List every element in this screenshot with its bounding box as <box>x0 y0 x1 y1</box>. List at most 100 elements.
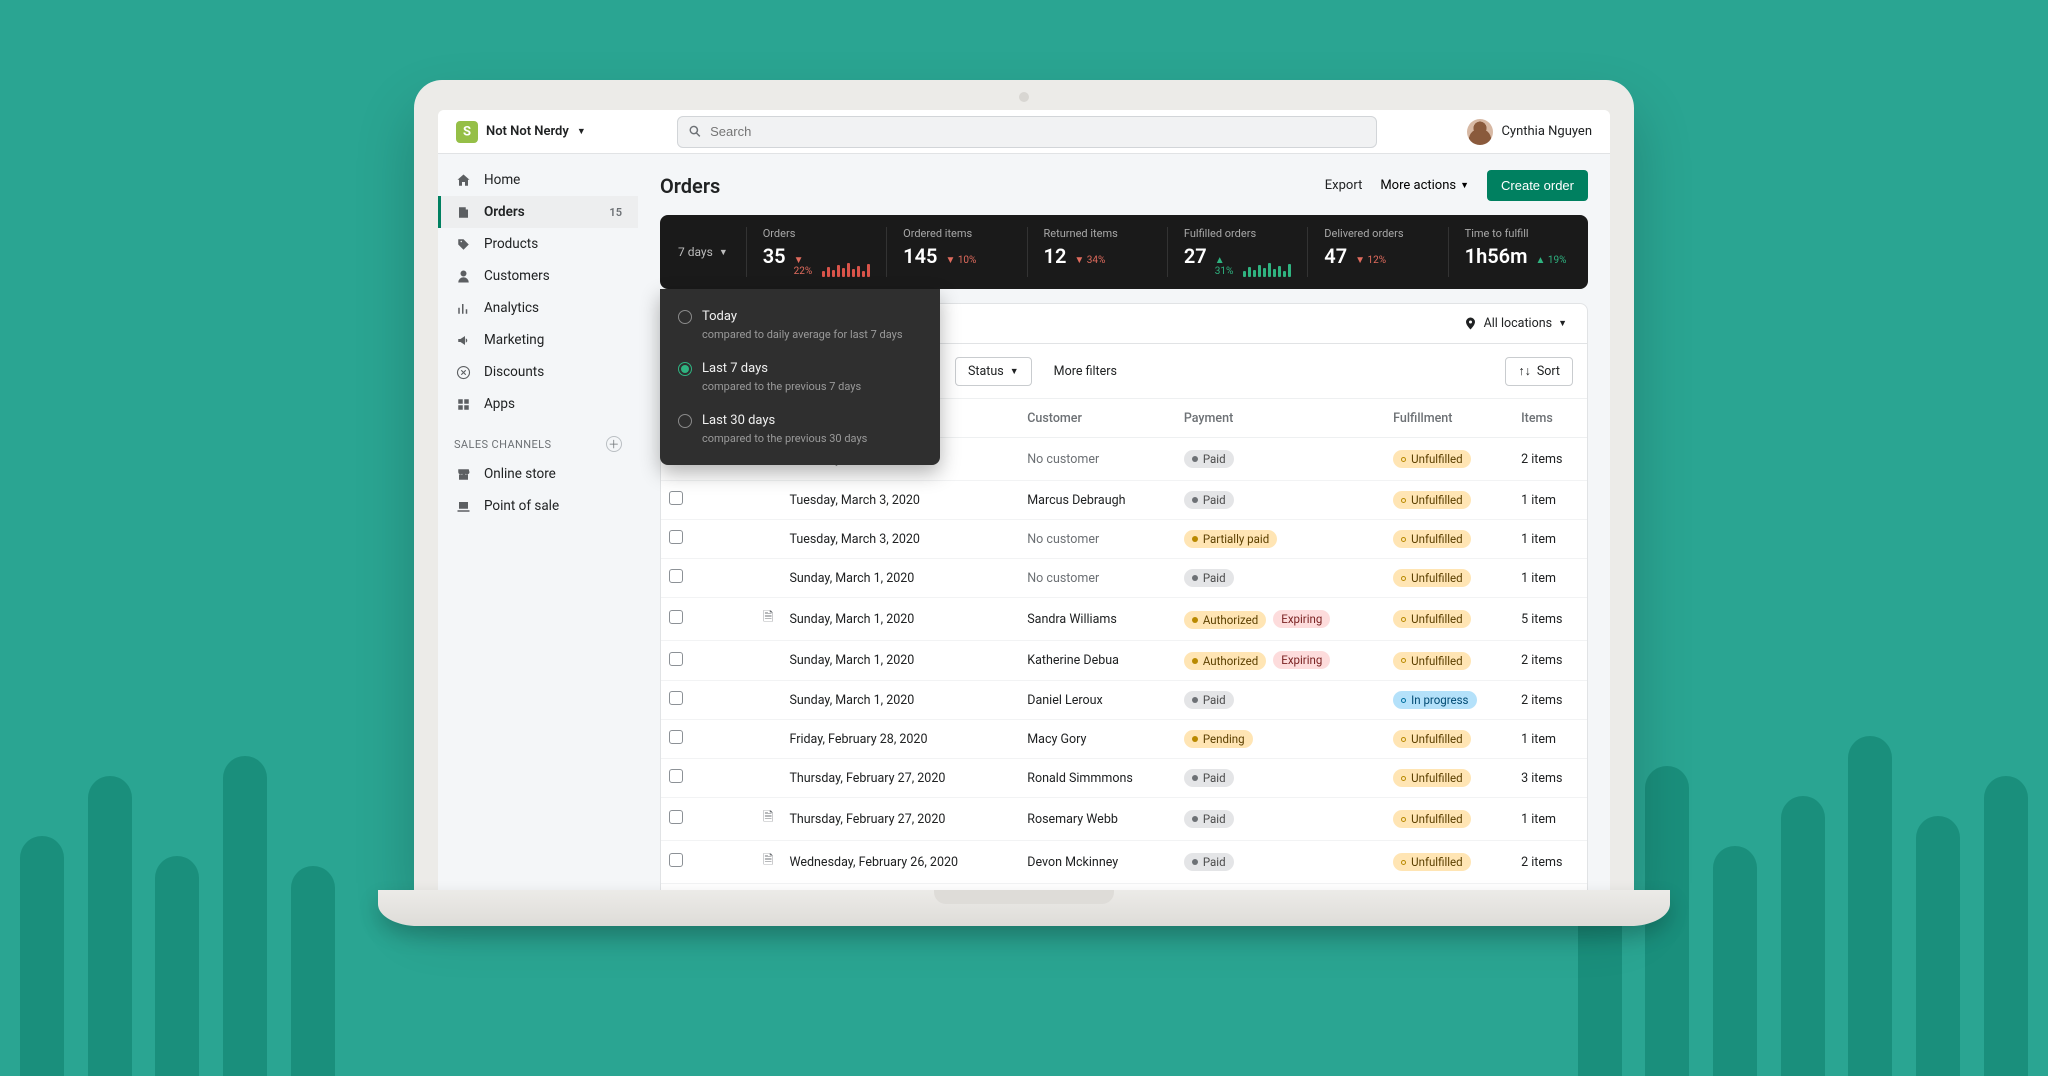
table-row[interactable]: Sunday, March 1, 2020 Katherine Debua Au… <box>661 641 1587 681</box>
metric-fulfilled orders[interactable]: Fulfilled orders 27 ▲ 31% <box>1168 227 1308 277</box>
row-checkbox[interactable] <box>669 569 683 583</box>
row-checkbox[interactable] <box>669 610 683 624</box>
row-checkbox[interactable] <box>669 853 683 867</box>
search-input[interactable] <box>710 124 1366 139</box>
cell-payment: Pending <box>1176 720 1385 759</box>
cell-fulfillment: Unfulfilled <box>1385 641 1513 681</box>
cell-fulfillment: Unfulfilled <box>1385 798 1513 841</box>
cell-items: 2 items <box>1513 438 1587 481</box>
row-checkbox[interactable] <box>669 652 683 666</box>
delta-indicator: ▲ 19% <box>1535 255 1566 266</box>
fulfillment-badge: Unfulfilled <box>1393 610 1471 628</box>
nav-label: Point of sale <box>484 498 559 514</box>
col-customer[interactable]: Customer <box>1019 399 1176 438</box>
more-actions-button[interactable]: More actions ▼ <box>1380 178 1469 193</box>
sidebar-item-orders[interactable]: Orders 15 <box>438 196 638 228</box>
row-checkbox[interactable] <box>669 491 683 505</box>
sidebar-item-customers[interactable]: Customers <box>438 260 638 292</box>
fulfillment-badge: Unfulfilled <box>1393 810 1471 828</box>
note-icon: 🗎 <box>763 610 773 625</box>
date-range-selector[interactable]: 7 days ▼ <box>660 227 747 277</box>
metric-delivered orders[interactable]: Delivered orders 47 ▼ 12% <box>1308 227 1448 277</box>
cell-items: 1 item <box>1513 520 1587 559</box>
analytics-bar: 7 days ▼ Orders 35 ▼ 22% Ordered items 1… <box>660 215 1588 289</box>
fulfillment-badge: Unfulfilled <box>1393 853 1471 871</box>
sidebar-item-analytics[interactable]: Analytics <box>438 292 638 324</box>
sidebar-item-marketing[interactable]: Marketing <box>438 324 638 356</box>
cell-date: Tuesday, March 3, 2020 <box>781 520 1019 559</box>
chevron-down-icon: ▼ <box>1010 366 1019 377</box>
table-row[interactable]: Tuesday, March 3, 2020 Marcus Debraugh P… <box>661 481 1587 520</box>
range-option-last 7 days[interactable]: Last 7 days compared to the previous 7 d… <box>660 351 940 403</box>
sidebar-item-point of sale[interactable]: Point of sale <box>438 490 638 522</box>
row-checkbox[interactable] <box>669 530 683 544</box>
metric-time to fulfill[interactable]: Time to fulfill 1h56m ▲ 19% <box>1449 227 1588 277</box>
sidebar-item-products[interactable]: Products <box>438 228 638 260</box>
row-checkbox[interactable] <box>669 769 683 783</box>
col-fulfillment[interactable]: Fulfillment <box>1385 399 1513 438</box>
table-row[interactable]: Friday, February 28, 2020 Macy Gory Pend… <box>661 720 1587 759</box>
sidebar-item-discounts[interactable]: Discounts <box>438 356 638 388</box>
table-row[interactable]: Sunday, March 1, 2020 Daniel Leroux Paid… <box>661 681 1587 720</box>
table-row[interactable]: Sunday, March 1, 2020 No customer Paid U… <box>661 559 1587 598</box>
pos-icon <box>454 497 472 515</box>
nav-label: Products <box>484 236 538 252</box>
metric-ordered items[interactable]: Ordered items 145 ▼ 10% <box>887 227 1027 277</box>
table-row[interactable]: 🗎 Wednesday, February 26, 2020 Devon Mck… <box>661 841 1587 884</box>
main-content: Orders Export More actions ▼ Create orde… <box>638 154 1610 890</box>
row-checkbox[interactable] <box>669 730 683 744</box>
user-menu[interactable]: Cynthia Nguyen <box>1467 119 1592 145</box>
metric-orders[interactable]: Orders 35 ▼ 22% <box>747 227 887 277</box>
payment-badge: Paid <box>1184 450 1234 468</box>
cell-fulfillment: Unfulfilled <box>1385 559 1513 598</box>
export-button[interactable]: Export <box>1325 178 1363 193</box>
orders-table: Customer Payment Fulfillment Items 🗎 Thu… <box>661 399 1587 890</box>
cell-customer: Katherine Debua <box>1019 641 1176 681</box>
store-icon <box>454 465 472 483</box>
create-order-button[interactable]: Create order <box>1487 170 1588 201</box>
status-filter[interactable]: Status ▼ <box>955 357 1032 386</box>
cell-payment: Paid <box>1176 681 1385 720</box>
sidebar: Home Orders 15 Products Customers Analyt… <box>438 154 638 890</box>
add-channel-button[interactable]: ＋ <box>606 436 622 452</box>
more-filters-button[interactable]: More filters <box>1042 358 1129 385</box>
range-option-today[interactable]: Today compared to daily average for last… <box>660 299 940 351</box>
sidebar-item-online store[interactable]: Online store <box>438 458 638 490</box>
cell-date: Sunday, March 1, 2020 <box>781 598 1019 641</box>
delta-indicator: ▼ 22% <box>794 255 813 277</box>
top-bar: Not Not Nerdy ▼ Cynthia Nguyen <box>438 110 1610 154</box>
fulfillment-badge: Unfulfilled <box>1393 652 1471 670</box>
row-checkbox[interactable] <box>669 810 683 824</box>
cell-date: Friday, February 28, 2020 <box>781 720 1019 759</box>
col-payment[interactable]: Payment <box>1176 399 1385 438</box>
sidebar-item-home[interactable]: Home <box>438 164 638 196</box>
cell-date: Wednesday, February 26, 2020 <box>781 841 1019 884</box>
location-filter[interactable]: All locations ▼ <box>1447 304 1583 343</box>
delta-indicator: ▼ 12% <box>1355 255 1386 266</box>
table-row[interactable]: 🗎 Sunday, March 1, 2020 Sandra Williams … <box>661 598 1587 641</box>
sidebar-item-apps[interactable]: Apps <box>438 388 638 420</box>
cell-items: 2 items <box>1513 641 1587 681</box>
nav-label: Orders <box>484 204 525 220</box>
metric-returned items[interactable]: Returned items 12 ▼ 34% <box>1028 227 1168 277</box>
avatar <box>1467 119 1493 145</box>
table-row[interactable]: 🗎 Thursday, February 27, 2020 Rosemary W… <box>661 798 1587 841</box>
cell-payment: Authorized Expiring <box>1176 641 1385 681</box>
cell-payment: Paid <box>1176 759 1385 798</box>
cell-fulfillment: Unfulfilled <box>1385 481 1513 520</box>
note-icon: 🗎 <box>763 853 773 868</box>
table-row[interactable]: Thursday, February 27, 2020 Ronald Simmm… <box>661 759 1587 798</box>
range-option-last 30 days[interactable]: Last 30 days compared to the previous 30… <box>660 403 940 455</box>
cell-items: 5 items <box>1513 598 1587 641</box>
col-items[interactable]: Items <box>1513 399 1587 438</box>
search-input-wrap[interactable] <box>677 116 1377 148</box>
table-row[interactable]: Tuesday, March 3, 2020 No customer Parti… <box>661 520 1587 559</box>
sort-button[interactable]: ↑↓ Sort <box>1505 357 1573 386</box>
store-switcher[interactable]: Not Not Nerdy ▼ <box>456 121 586 143</box>
row-checkbox[interactable] <box>669 691 683 705</box>
payment-badge: Paid <box>1184 769 1234 787</box>
megaphone-icon <box>454 331 472 349</box>
cell-items: 1 item <box>1513 481 1587 520</box>
sort-icon: ↑↓ <box>1518 364 1531 379</box>
cell-payment: Partially paid <box>1176 520 1385 559</box>
